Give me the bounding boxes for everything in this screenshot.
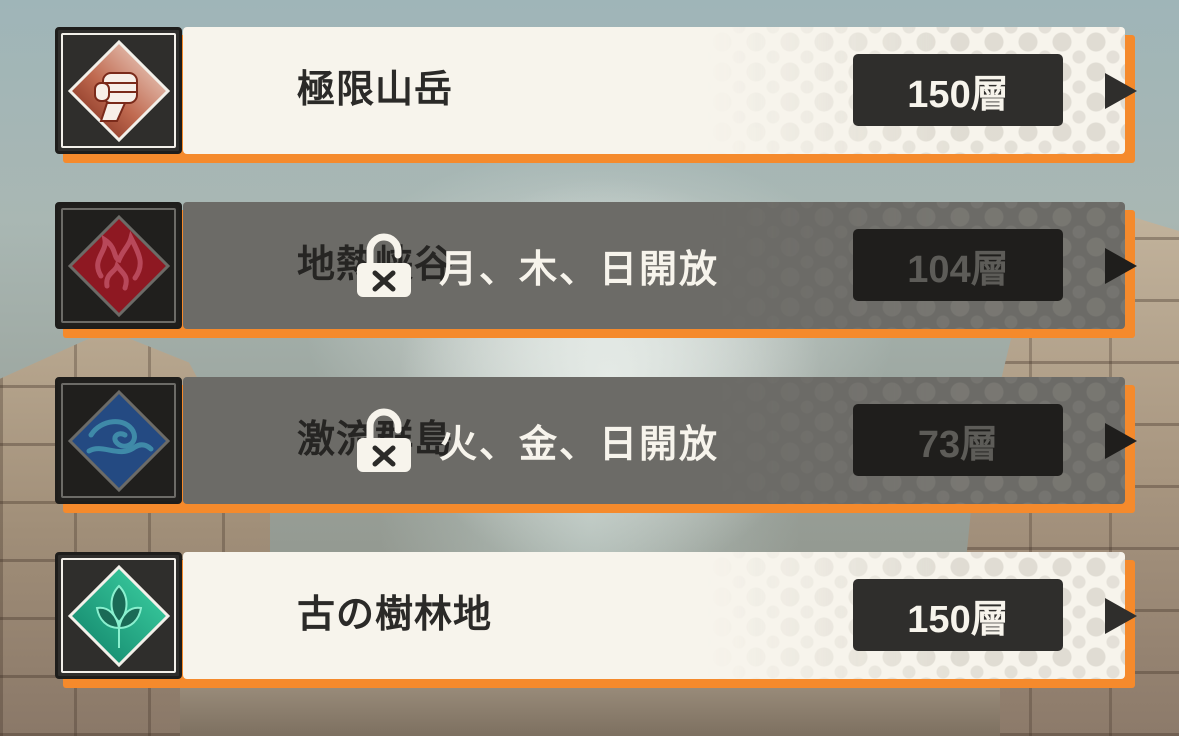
- domain-row-geothermal-canyon[interactable]: 地熱峡谷 月、木、日開放 104層: [55, 202, 1137, 338]
- play-arrow-icon: [1105, 73, 1137, 109]
- lock-overlay: 火、金、日開放: [355, 377, 719, 504]
- flame-icon: [67, 214, 170, 317]
- domain-row-extreme-mountains[interactable]: 極限山岳 150層: [55, 27, 1137, 163]
- domain-icon-frame: [55, 377, 182, 504]
- floor-count-badge: 150層: [853, 54, 1063, 126]
- play-arrow-icon: [1105, 598, 1137, 634]
- enter-arrow-button[interactable]: [1103, 71, 1139, 111]
- play-arrow-icon: [1105, 248, 1137, 284]
- enter-arrow-button[interactable]: [1103, 246, 1139, 286]
- floor-count-badge: 150層: [853, 579, 1063, 651]
- lock-icon: [357, 408, 411, 472]
- domain-row-ancient-forest[interactable]: 古の樹林地 150層: [55, 552, 1137, 688]
- open-days-text: 火、金、日開放: [439, 424, 720, 466]
- domain-icon-frame: [55, 27, 182, 154]
- wave-icon: [67, 389, 170, 492]
- lock-icon: [357, 233, 411, 297]
- leaf-icon: [67, 564, 170, 667]
- fist-icon: [67, 39, 170, 142]
- open-days-text: 月、木、日開放: [439, 249, 720, 291]
- floor-count-badge: 73層: [853, 404, 1063, 476]
- domain-icon-frame: [55, 202, 182, 329]
- domain-icon-frame: [55, 552, 182, 679]
- play-arrow-icon: [1105, 423, 1137, 459]
- lock-overlay: 月、木、日開放: [355, 202, 719, 329]
- enter-arrow-button[interactable]: [1103, 421, 1139, 461]
- enter-arrow-button[interactable]: [1103, 596, 1139, 636]
- domain-row-torrent-islands[interactable]: 激流群島 火、金、日開放 73層: [55, 377, 1137, 513]
- floor-count-badge: 104層: [853, 229, 1063, 301]
- domain-name: 古の樹林地: [297, 594, 493, 636]
- domain-name: 極限山岳: [297, 69, 454, 111]
